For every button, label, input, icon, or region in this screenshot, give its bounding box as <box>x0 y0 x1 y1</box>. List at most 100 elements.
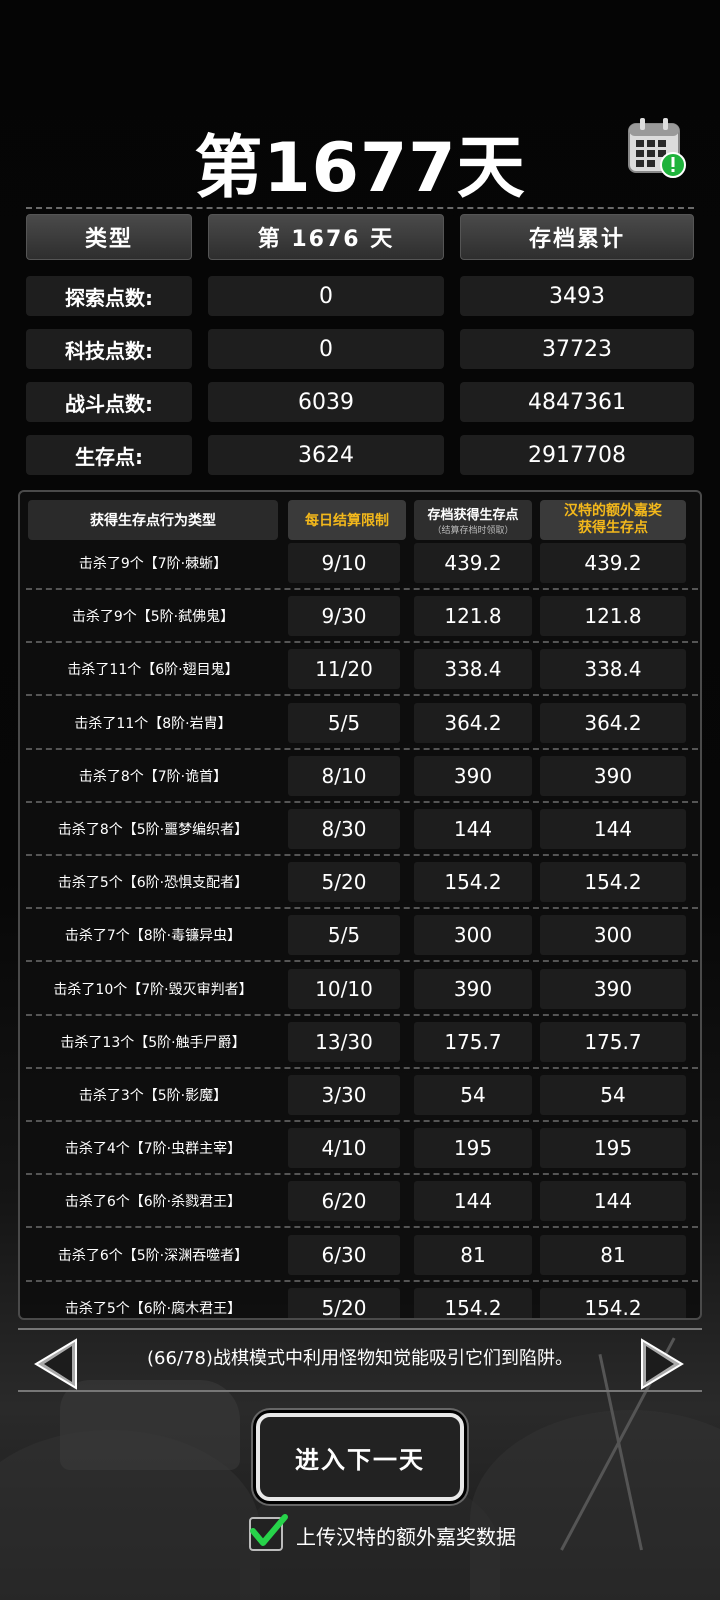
survival-points-table[interactable]: 获得生存点行为类型 每日结算限制 存档获得生存点 （结算存档时领取） 汉特的额外… <box>18 490 702 1320</box>
row-limit: 4/10 <box>288 1128 400 1169</box>
row-limit: 10/10 <box>288 968 400 1009</box>
table-row: 击杀了13个【5阶·触手尸爵】 13/30 175.7 175.7 <box>20 1016 700 1069</box>
summary-total-value: 4847361 <box>460 382 694 422</box>
page-title: 第1677天 <box>194 129 526 208</box>
row-action: 击杀了8个【5阶·噩梦编织者】 <box>57 822 249 838</box>
table-row: 击杀了11个【6阶·翅目鬼】 11/20 338.4 338.4 <box>20 643 700 697</box>
summary-day-value: 0 <box>208 276 444 316</box>
row-saved: 144 <box>414 1181 532 1222</box>
table-header-action: 获得生存点行为类型 <box>28 500 278 540</box>
row-action: 击杀了3个【5阶·影魔】 <box>78 1088 228 1104</box>
table-row: 击杀了6个【5阶·深渊吞噬者】 6/30 81 81 <box>20 1229 700 1282</box>
summary-label: 探索点数: <box>26 276 192 316</box>
row-bonus: 439.2 <box>540 543 686 583</box>
tip-bar: (66/78)战棋模式中利用怪物知觉能吸引它们到陷阱。 <box>0 1328 720 1392</box>
summary-header-day: 第 1676 天 <box>208 214 444 260</box>
row-action: 击杀了11个【8阶·岩胄】 <box>74 715 232 732</box>
row-action: 击杀了9个【7阶·棘蜥】 <box>78 556 228 572</box>
prev-tip-button[interactable] <box>32 1338 80 1390</box>
row-limit: 5/5 <box>288 702 400 743</box>
row-bonus: 154.2 <box>540 862 686 903</box>
row-limit: 3/30 <box>288 1075 400 1115</box>
row-bonus: 390 <box>540 968 686 1009</box>
summary-day-value: 6039 <box>208 382 444 422</box>
row-action: 击杀了13个【5阶·触手尸爵】 <box>60 1034 246 1051</box>
row-saved: 300 <box>414 915 532 956</box>
row-bonus: 338.4 <box>540 649 686 690</box>
row-bonus: 81 <box>540 1234 686 1275</box>
divider <box>26 207 694 209</box>
table-row: 击杀了10个【7阶·毁灭审判者】 10/10 390 390 <box>20 963 700 1016</box>
summary-day-value: 3624 <box>208 435 444 475</box>
next-tip-button[interactable] <box>638 1338 686 1390</box>
table-header-saved-note: （结算存档时领取） <box>432 526 514 536</box>
row-action: 击杀了6个【6阶·杀戮君王】 <box>64 1194 242 1211</box>
row-saved: 144 <box>414 809 532 849</box>
row-limit: 9/30 <box>288 596 400 637</box>
row-limit: 5/20 <box>288 1287 400 1318</box>
row-bonus: 390 <box>540 755 686 796</box>
row-bonus: 195 <box>540 1128 686 1169</box>
row-bonus: 154.2 <box>540 1287 686 1318</box>
summary-label: 科技点数: <box>26 329 192 369</box>
table-row: 击杀了9个【5阶·弑佛鬼】 9/30 121.8 121.8 <box>20 590 700 644</box>
summary-label: 战斗点数: <box>26 382 192 422</box>
row-saved: 338.4 <box>414 649 532 690</box>
row-saved: 81 <box>414 1234 532 1275</box>
row-saved: 154.2 <box>414 1287 532 1318</box>
table-header-saved: 存档获得生存点 （结算存档时领取） <box>414 500 532 540</box>
row-action: 击杀了11个【6阶·翅目鬼】 <box>67 662 239 679</box>
row-saved: 439.2 <box>414 543 532 583</box>
row-saved: 54 <box>414 1075 532 1115</box>
row-saved: 121.8 <box>414 596 532 637</box>
summary-day-value: 0 <box>208 329 444 369</box>
table-row: 击杀了7个【8阶·毒镰异虫】 5/5 300 300 <box>20 909 700 963</box>
check-icon <box>250 1514 288 1546</box>
row-limit: 8/10 <box>288 755 400 796</box>
summary-total-value: 3493 <box>460 276 694 316</box>
table-row: 击杀了5个【6阶·恐惧支配者】 5/20 154.2 154.2 <box>20 856 700 910</box>
row-action: 击杀了5个【6阶·恐惧支配者】 <box>57 875 249 892</box>
tip-text: (66/78)战棋模式中利用怪物知觉能吸引它们到陷阱。 <box>147 1348 573 1369</box>
row-action: 击杀了4个【7阶·虫群主宰】 <box>64 1141 242 1158</box>
row-bonus: 54 <box>540 1075 686 1115</box>
row-limit: 6/20 <box>288 1181 400 1222</box>
summary-header-total: 存档累计 <box>460 214 694 260</box>
table-row: 击杀了9个【7阶·棘蜥】 9/10 439.2 439.2 <box>20 537 700 590</box>
table-row: 击杀了3个【5阶·影魔】 3/30 54 54 <box>20 1069 700 1122</box>
row-bonus: 144 <box>540 809 686 849</box>
next-day-button[interactable]: 进入下一天 <box>256 1413 464 1501</box>
row-saved: 390 <box>414 755 532 796</box>
row-bonus: 175.7 <box>540 1021 686 1062</box>
summary-total-value: 37723 <box>460 329 694 369</box>
row-limit: 11/20 <box>288 649 400 690</box>
upload-checkbox-label[interactable]: 上传汉特的额外嘉奖数据 <box>296 1521 516 1550</box>
table-header-bonus: 汉特的额外嘉奖 获得生存点 <box>540 500 686 540</box>
row-saved: 195 <box>414 1128 532 1169</box>
row-action: 击杀了7个【8阶·毒镰异虫】 <box>64 928 242 945</box>
row-limit: 8/30 <box>288 809 400 849</box>
table-row: 击杀了8个【7阶·诡首】 8/10 390 390 <box>20 750 700 803</box>
table-row: 击杀了11个【8阶·岩胄】 5/5 364.2 364.2 <box>20 697 700 750</box>
table-row: 击杀了5个【6阶·腐木君王】 5/20 154.2 154.2 <box>20 1282 700 1318</box>
row-limit: 5/5 <box>288 915 400 956</box>
summary-total-value: 2917708 <box>460 435 694 475</box>
row-limit: 9/10 <box>288 543 400 583</box>
row-action: 击杀了5个【6阶·腐木君王】 <box>64 1300 242 1317</box>
calendar-alert-icon[interactable] <box>626 116 686 178</box>
row-bonus: 144 <box>540 1181 686 1222</box>
row-bonus: 300 <box>540 915 686 956</box>
row-bonus: 364.2 <box>540 702 686 743</box>
row-action: 击杀了10个【7阶·毁灭审判者】 <box>53 981 253 998</box>
row-action: 击杀了9个【5阶·弑佛鬼】 <box>71 609 235 626</box>
table-header-limit: 每日结算限制 <box>288 500 406 540</box>
table-header-bonus-line1: 汉特的额外嘉奖 <box>564 503 662 519</box>
summary-header-type: 类型 <box>26 214 192 260</box>
upload-checkbox[interactable] <box>249 1514 288 1551</box>
row-limit: 6/30 <box>288 1234 400 1275</box>
row-saved: 390 <box>414 968 532 1009</box>
row-saved: 154.2 <box>414 862 532 903</box>
table-row: 击杀了4个【7阶·虫群主宰】 4/10 195 195 <box>20 1122 700 1176</box>
table-header-bonus-line2: 获得生存点 <box>578 520 648 536</box>
row-limit: 5/20 <box>288 862 400 903</box>
